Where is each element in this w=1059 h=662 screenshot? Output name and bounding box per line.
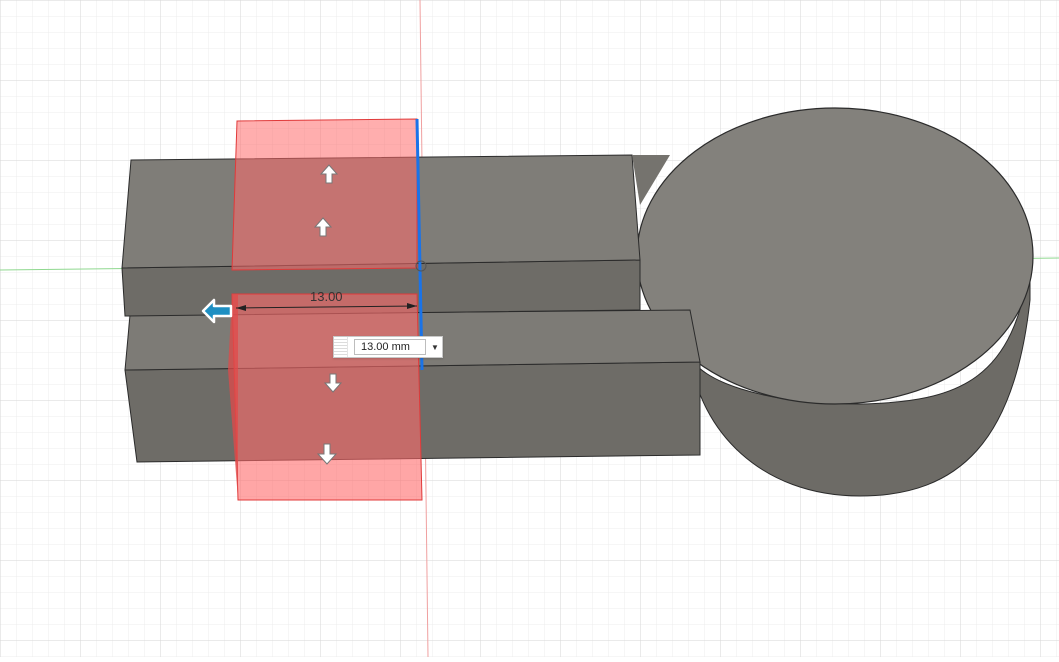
chevron-down-icon[interactable]: ▼ [428, 343, 442, 352]
extrude-preview[interactable] [228, 118, 423, 501]
drag-handle[interactable] [334, 337, 348, 357]
dimension-label: 13.00 [310, 289, 343, 304]
distance-input[interactable]: 13.00 mm [354, 339, 426, 355]
distance-input-box[interactable]: 13.00 mm ▼ [333, 336, 443, 358]
design-canvas[interactable]: 13.00 13.00 mm ▼ [0, 0, 1059, 658]
